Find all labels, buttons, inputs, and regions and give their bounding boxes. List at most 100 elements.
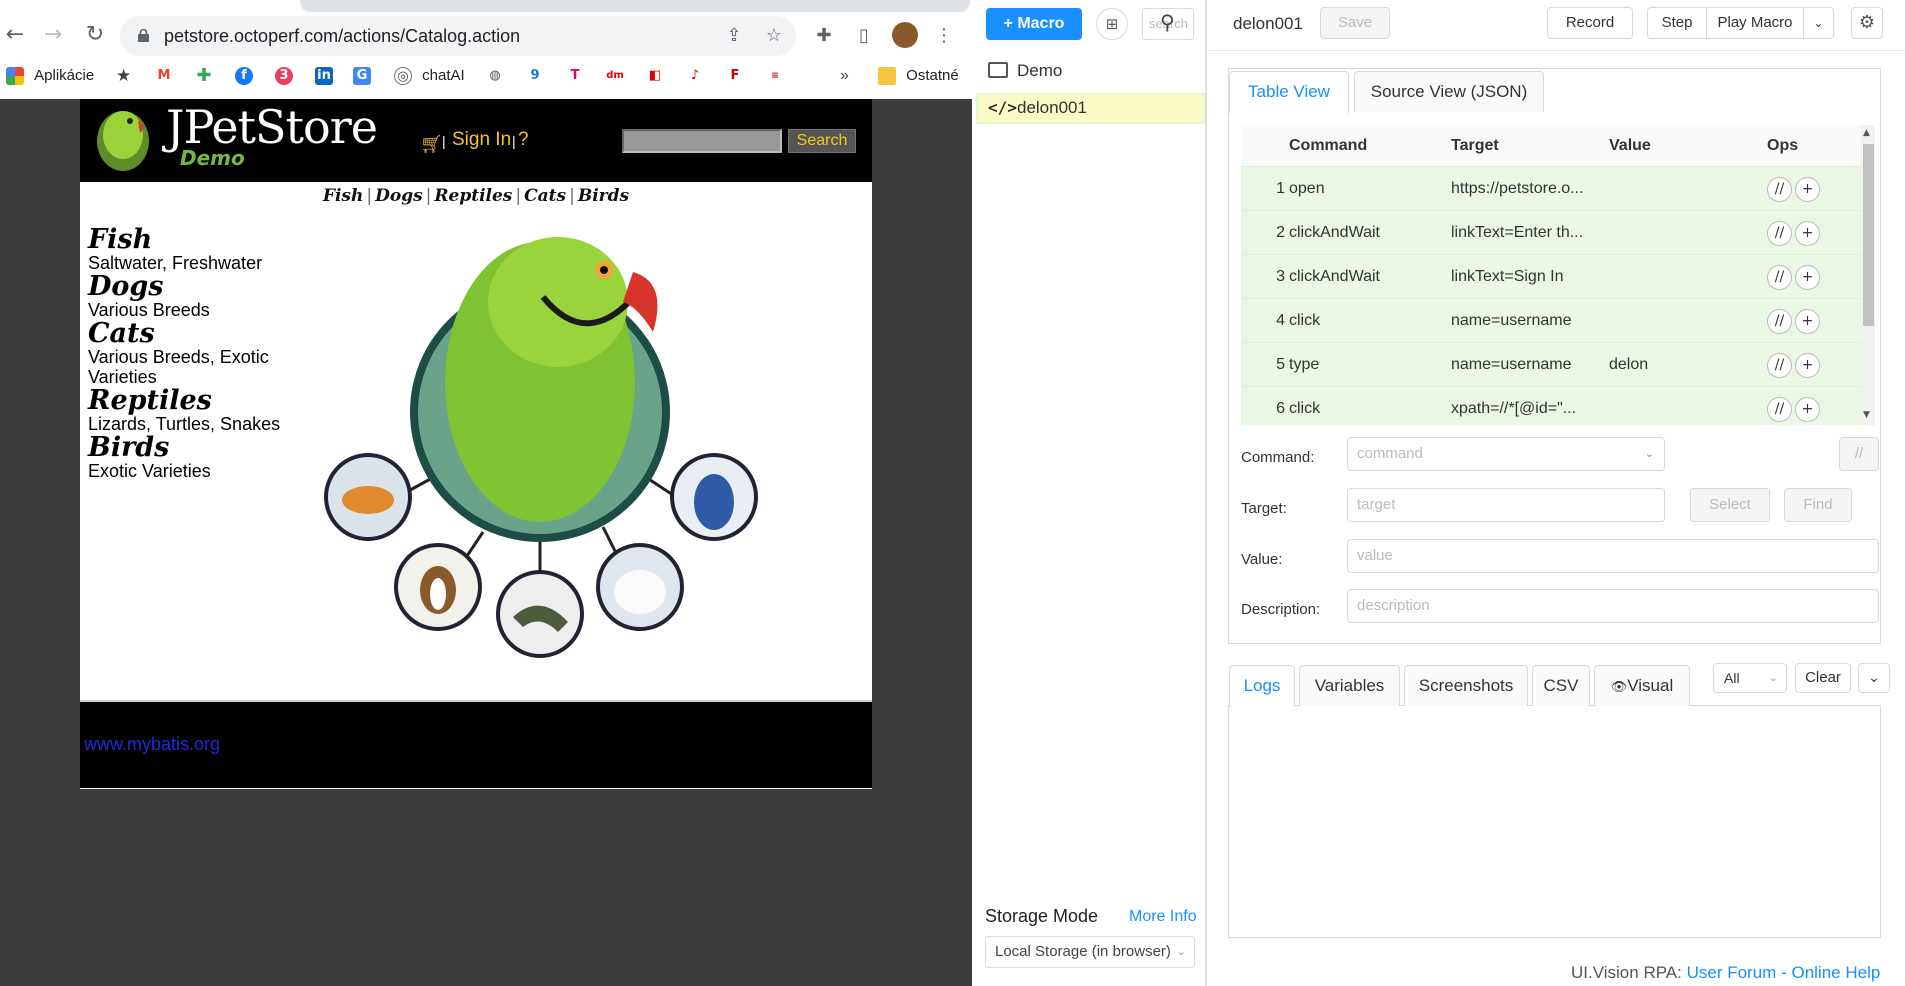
bookmark-9-icon[interactable]: 9 <box>526 67 544 85</box>
tab-visual[interactable]: 👁︎Visual <box>1594 665 1690 706</box>
insert-row-button[interactable]: + <box>1795 309 1820 334</box>
tab-table-view[interactable]: Table View <box>1229 71 1349 113</box>
extensions-icon[interactable]: ✚ <box>810 22 838 50</box>
play-options-chevron-icon[interactable]: ⌄ <box>1803 7 1834 39</box>
log-filter-select[interactable]: All ⌄ <box>1713 663 1787 693</box>
quicklink-birds[interactable]: Birds <box>578 186 629 206</box>
new-macro-button[interactable]: + Macro <box>986 8 1082 40</box>
linkedin-icon[interactable]: in <box>315 67 333 85</box>
scrollbar-thumb[interactable] <box>1863 144 1874 326</box>
comment-out-button[interactable]: // <box>1767 397 1792 422</box>
dm-icon[interactable]: dm <box>606 67 624 85</box>
back-icon[interactable]: ← <box>0 20 30 50</box>
forward-icon[interactable]: → <box>38 20 68 50</box>
url-text[interactable]: petstore.octoperf.com/actions/Catalog.ac… <box>164 24 520 48</box>
play-macro-button[interactable]: Play Macro <box>1706 7 1804 39</box>
facebook-icon[interactable]: f <box>235 67 253 85</box>
reptile-thumbnail[interactable] <box>496 570 584 658</box>
quicklink-dogs[interactable]: Dogs <box>375 186 423 206</box>
cart-icon[interactable]: 🛒︎ <box>420 134 443 155</box>
value-input[interactable]: value <box>1347 539 1879 573</box>
sign-in-link[interactable]: Sign In <box>452 129 511 151</box>
tab-variables[interactable]: Variables <box>1299 665 1400 706</box>
quicklink-reptiles[interactable]: Reptiles <box>434 186 512 206</box>
comment-toggle-button[interactable]: // <box>1839 437 1879 471</box>
category-reptiles-link[interactable]: Reptiles <box>88 387 298 414</box>
share-icon[interactable]: ⇪ <box>720 22 748 50</box>
plus-icon[interactable]: ✚ <box>195 67 213 85</box>
quicklink-cats[interactable]: Cats <box>524 186 566 206</box>
translate-icon[interactable]: G <box>353 67 371 85</box>
more-info-link[interactable]: More Info <box>1129 908 1197 926</box>
telekom-icon[interactable]: T <box>566 67 584 85</box>
bookmark-apps[interactable]: Aplikácie <box>6 64 94 88</box>
table-row[interactable]: 1 open https://petstore.o... // + <box>1241 167 1861 211</box>
insert-row-button[interactable]: + <box>1795 265 1820 290</box>
reload-icon[interactable]: ↻ <box>80 20 110 50</box>
ferrari-icon[interactable]: ≡ <box>766 67 784 85</box>
find-button[interactable]: Find <box>1784 488 1852 522</box>
insert-row-button[interactable]: + <box>1795 221 1820 246</box>
step-button[interactable]: Step <box>1647 7 1707 39</box>
dog-thumbnail[interactable] <box>394 543 482 631</box>
tree-macro-delon001[interactable]: delon001 <box>1017 98 1087 118</box>
log-menu-chevron-icon[interactable]: ⌄ <box>1858 663 1890 693</box>
table-row[interactable]: 3 clickAndWait linkText=Sign In // + <box>1241 255 1861 299</box>
table-row[interactable]: 6 click xpath=//*[@id="... // + <box>1241 387 1861 425</box>
menu-icon[interactable]: ⋮ <box>930 22 958 50</box>
bird-thumbnail[interactable] <box>670 453 758 541</box>
side-panel-icon[interactable]: ▯ <box>850 22 878 50</box>
category-birds-link[interactable]: Birds <box>88 434 298 461</box>
comment-out-button[interactable]: // <box>1767 309 1792 334</box>
description-input[interactable]: description <box>1347 589 1879 623</box>
star-bookmark-icon[interactable]: ★ <box>116 64 131 88</box>
insert-row-button[interactable]: + <box>1795 353 1820 378</box>
globe-icon[interactable]: ◍ <box>486 67 504 85</box>
comment-out-button[interactable]: // <box>1767 265 1792 290</box>
table-row[interactable]: 2 clickAndWait linkText=Enter th... // + <box>1241 211 1861 255</box>
petstore-search-button[interactable]: Search <box>788 129 856 153</box>
bookmarks-overflow-icon[interactable]: » <box>840 64 849 88</box>
comment-out-button[interactable]: // <box>1767 353 1792 378</box>
gear-icon[interactable]: ⚙ <box>1851 7 1883 39</box>
quicklink-fish[interactable]: Fish <box>323 186 363 206</box>
category-cats-link[interactable]: Cats <box>88 320 298 347</box>
search-icon[interactable]: ⚲ <box>1160 10 1175 34</box>
bookmark-other[interactable]: Ostatné <box>878 64 959 88</box>
save-button[interactable]: Save <box>1320 7 1390 39</box>
insert-row-button[interactable]: + <box>1795 397 1820 422</box>
scroll-down-icon[interactable]: ▼ <box>1863 410 1870 420</box>
f1-icon[interactable]: F <box>726 67 744 85</box>
target-input[interactable]: target <box>1347 488 1665 522</box>
guitar-icon[interactable]: ♪ <box>686 67 704 85</box>
select-button[interactable]: Select <box>1690 488 1770 522</box>
tab-screenshots[interactable]: Screenshots <box>1404 665 1528 706</box>
record-button[interactable]: Record <box>1547 7 1633 39</box>
petstore-search-input[interactable] <box>622 129 782 153</box>
table-row[interactable]: 4 click name=username // + <box>1241 299 1861 343</box>
tab-logs[interactable]: Logs <box>1229 665 1295 707</box>
gmail-icon[interactable]: M <box>155 67 173 85</box>
bookmark-red-icon[interactable]: 3 <box>275 67 293 85</box>
category-fish-link[interactable]: Fish <box>88 226 298 253</box>
comment-out-button[interactable]: // <box>1767 177 1792 202</box>
star-icon[interactable]: ☆ <box>760 22 788 50</box>
online-help-link[interactable]: Online Help <box>1791 963 1880 982</box>
bookmark-chatai[interactable]: ◎ chatAI <box>394 64 465 88</box>
tree-folder-demo[interactable]: Demo <box>1017 61 1062 81</box>
tab-source-view[interactable]: Source View (JSON) <box>1354 71 1544 112</box>
profile-avatar[interactable] <box>892 22 918 48</box>
scroll-up-icon[interactable]: ▲ <box>1863 128 1870 138</box>
storage-mode-select[interactable]: Local Storage (in browser) ⌄ <box>985 936 1195 968</box>
clear-logs-button[interactable]: Clear <box>1795 663 1851 693</box>
fish-thumbnail[interactable] <box>324 453 412 541</box>
table-row[interactable]: 5 type name=username delon // + <box>1241 343 1861 387</box>
cat-thumbnail[interactable] <box>596 543 684 631</box>
new-folder-icon[interactable]: ⊞ <box>1096 8 1128 40</box>
category-dogs-link[interactable]: Dogs <box>88 273 298 300</box>
user-forum-link[interactable]: User Forum <box>1687 963 1777 982</box>
mybatis-link[interactable]: www.mybatis.org <box>84 734 220 755</box>
comment-out-button[interactable]: // <box>1767 221 1792 246</box>
insert-row-button[interactable]: + <box>1795 177 1820 202</box>
tab-csv[interactable]: CSV <box>1532 665 1590 706</box>
